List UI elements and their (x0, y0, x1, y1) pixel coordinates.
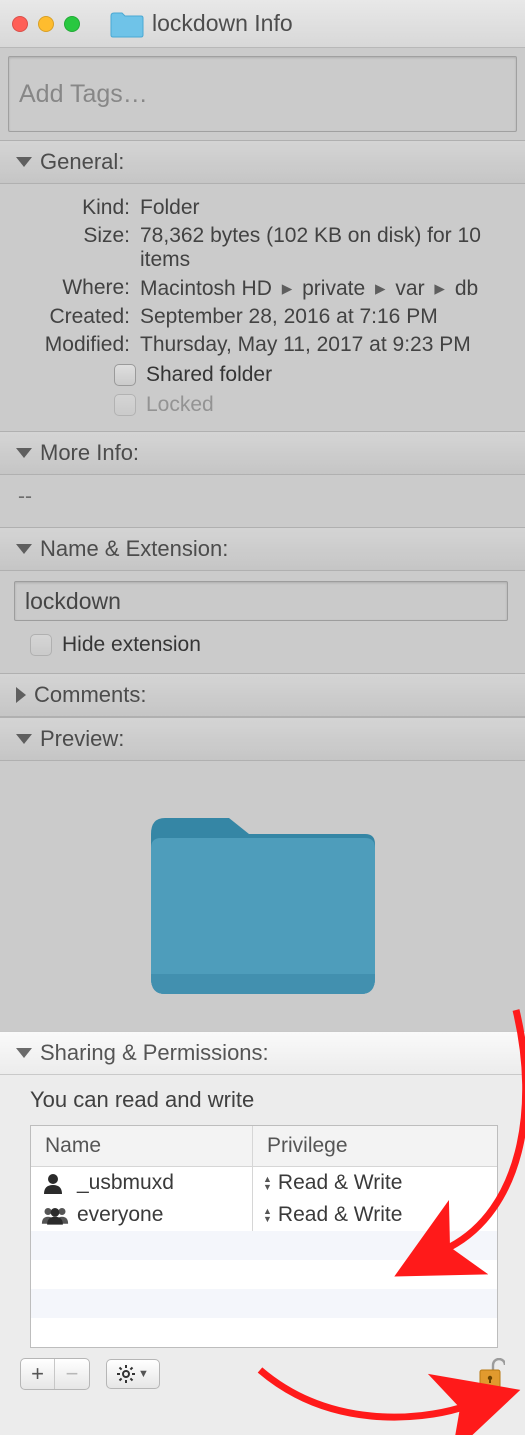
path-separator-icon: ▸ (375, 277, 386, 300)
group-silhouette-icon (41, 1204, 69, 1226)
where-value: Macintosh HD ▸ private ▸ var ▸ db (140, 276, 511, 301)
created-label: Created: (14, 305, 130, 329)
user-name: everyone (77, 1203, 163, 1227)
size-value: 78,362 bytes (102 KB on disk) for 10 ite… (140, 224, 511, 272)
path-segment: var (395, 277, 424, 300)
disclosure-triangle-icon (16, 544, 32, 554)
modified-value: Thursday, May 11, 2017 at 9:23 PM (140, 333, 511, 357)
table-row[interactable]: _usbmuxd ▲▼ Read & Write (31, 1167, 497, 1199)
section-title: Sharing & Permissions: (40, 1040, 269, 1066)
section-header-comments[interactable]: Comments: (0, 673, 525, 717)
section-title: General: (40, 149, 124, 175)
preview-body (0, 761, 525, 1031)
disclosure-triangle-icon (16, 734, 32, 744)
kind-value: Folder (140, 196, 511, 220)
size-label: Size: (14, 224, 130, 272)
section-title: Name & Extension: (40, 536, 228, 562)
folder-icon (110, 10, 144, 38)
hide-extension-checkbox[interactable] (30, 634, 52, 656)
sharing-body: You can read and write Name Privilege _u… (0, 1075, 525, 1352)
section-title: Comments: (34, 682, 146, 708)
hide-extension-label: Hide extension (62, 633, 201, 657)
window-title: lockdown Info (152, 10, 293, 37)
gear-icon (117, 1365, 135, 1383)
path-segment: Macintosh HD (140, 277, 272, 300)
section-title: Preview: (40, 726, 124, 752)
disclosure-triangle-icon (16, 687, 26, 703)
tags-input[interactable] (8, 56, 517, 132)
path-separator-icon: ▸ (282, 277, 293, 300)
close-button[interactable] (12, 16, 28, 32)
titlebar: lockdown Info (0, 0, 525, 48)
permissions-message: You can read and write (30, 1087, 505, 1113)
name-input[interactable] (14, 581, 508, 621)
shared-folder-label: Shared folder (146, 363, 272, 387)
table-header: Name Privilege (31, 1126, 497, 1167)
remove-button[interactable]: − (55, 1359, 89, 1389)
action-menu-button[interactable]: ▼ (106, 1359, 160, 1389)
privilege-value[interactable]: Read & Write (278, 1171, 403, 1195)
user-name: _usbmuxd (77, 1171, 174, 1195)
folder-preview-icon (145, 798, 381, 998)
section-header-sharing[interactable]: Sharing & Permissions: (0, 1031, 525, 1075)
shared-folder-checkbox[interactable] (114, 364, 136, 386)
moreinfo-body: -- (0, 475, 525, 527)
window-controls (12, 16, 80, 32)
column-header-name[interactable]: Name (31, 1126, 253, 1167)
locked-checkbox[interactable] (114, 394, 136, 416)
general-body: Kind: Folder Size: 78,362 bytes (102 KB … (0, 184, 525, 431)
add-button[interactable]: + (21, 1359, 55, 1389)
moreinfo-value: -- (18, 485, 32, 508)
table-empty-area (31, 1231, 497, 1347)
created-value: September 28, 2016 at 7:16 PM (140, 305, 511, 329)
user-silhouette-icon (41, 1172, 69, 1194)
permissions-table: Name Privilege _usbmuxd ▲▼ Read & Write (30, 1125, 498, 1348)
where-label: Where: (14, 276, 130, 301)
column-header-privilege[interactable]: Privilege (253, 1126, 497, 1167)
table-row[interactable]: everyone ▲▼ Read & Write (31, 1199, 497, 1231)
add-remove-segmented: + − (20, 1358, 90, 1390)
minimize-button[interactable] (38, 16, 54, 32)
kind-label: Kind: (14, 196, 130, 220)
disclosure-triangle-icon (16, 1048, 32, 1058)
tags-area (0, 48, 525, 140)
stepper-icon: ▲▼ (263, 1207, 272, 1223)
section-header-nameext[interactable]: Name & Extension: (0, 527, 525, 571)
section-header-general[interactable]: General: (0, 140, 525, 184)
section-header-preview[interactable]: Preview: (0, 717, 525, 761)
locked-label: Locked (146, 393, 214, 417)
path-segment: db (455, 277, 478, 300)
modified-label: Modified: (14, 333, 130, 357)
privilege-value[interactable]: Read & Write (278, 1203, 403, 1227)
zoom-button[interactable] (64, 16, 80, 32)
chevron-down-icon: ▼ (138, 1368, 149, 1380)
lock-icon[interactable] (477, 1358, 505, 1390)
path-segment: private (302, 277, 365, 300)
stepper-icon: ▲▼ (263, 1175, 272, 1191)
disclosure-triangle-icon (16, 448, 32, 458)
path-separator-icon: ▸ (434, 277, 445, 300)
section-title: More Info: (40, 440, 139, 466)
disclosure-triangle-icon (16, 157, 32, 167)
section-header-moreinfo[interactable]: More Info: (0, 431, 525, 475)
footer: + − ▼ (0, 1352, 525, 1400)
